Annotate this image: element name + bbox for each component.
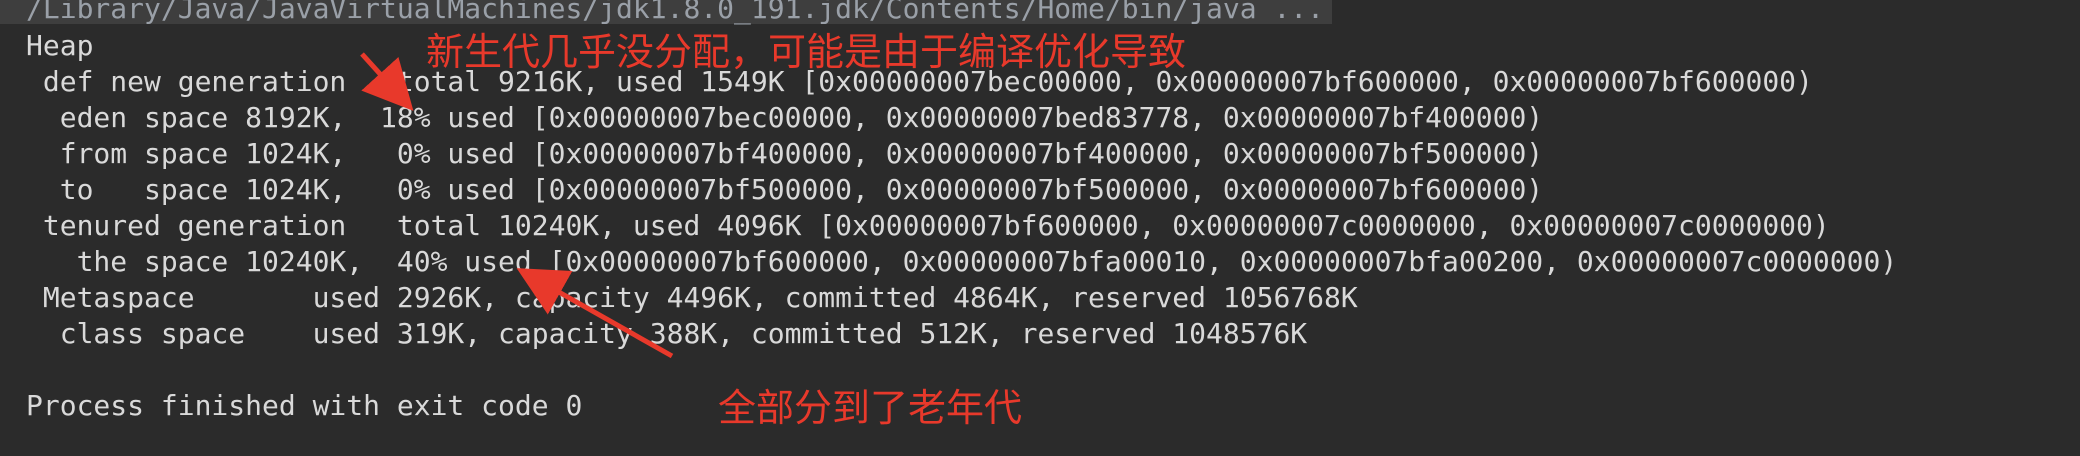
console-line-process-finished: Process finished with exit code 0 — [26, 389, 583, 422]
console-output-panel: /Library/Java/JavaVirtualMachines/jdk1.8… — [0, 0, 2080, 456]
console-line-the-space: the space 10240K, 40% used [0x00000007bf… — [26, 245, 1898, 278]
run-command-line[interactable]: /Library/Java/JavaVirtualMachines/jdk1.8… — [0, 0, 1333, 24]
annotation-young-generation-note: 新生代几乎没分配，可能是由于编译优化导致 — [426, 30, 1187, 74]
console-line-eden-space: eden space 8192K, 18% used [0x00000007be… — [26, 101, 1544, 134]
annotation-old-generation-note: 全部分到了老年代 — [718, 386, 1023, 430]
console-line-from-space: from space 1024K, 0% used [0x00000007bf4… — [26, 137, 1544, 170]
console-line-heap: Heap — [26, 29, 94, 62]
console-line-class-space: class space used 319K, capacity 388K, co… — [26, 317, 1308, 350]
console-line-to-space: to space 1024K, 0% used [0x00000007bf500… — [26, 173, 1544, 206]
console-line-metaspace: Metaspace used 2926K, capacity 4496K, co… — [26, 281, 1358, 314]
console-line-tenured-generation: tenured generation total 10240K, used 40… — [26, 209, 1830, 242]
